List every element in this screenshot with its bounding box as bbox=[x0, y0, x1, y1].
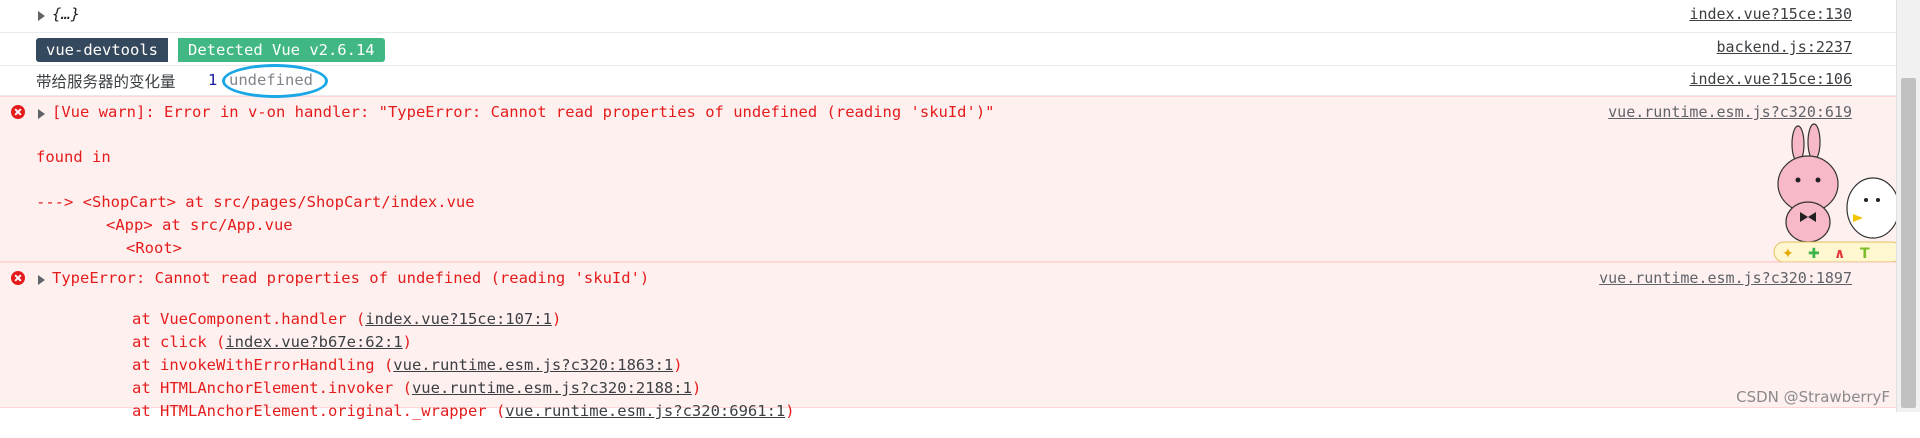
expand-triangle-icon[interactable] bbox=[38, 275, 45, 285]
watermark: CSDN @StrawberryF bbox=[1736, 388, 1890, 406]
change-count: 1 bbox=[208, 71, 218, 89]
source-link[interactable]: index.vue?15ce:130 bbox=[1689, 5, 1852, 23]
error-message[interactable]: TypeError: Cannot read properties of und… bbox=[52, 269, 649, 287]
vue-devtools-badge: vue-devtools bbox=[36, 38, 168, 62]
warn-message[interactable]: [Vue warn]: Error in v-on handler: "Type… bbox=[52, 103, 995, 121]
scrollbar-thumb[interactable] bbox=[1901, 78, 1916, 408]
highlight-circle bbox=[222, 64, 328, 98]
warn-component-shopcart: ---> <ShopCart> at src/pages/ShopCart/in… bbox=[36, 193, 475, 211]
warn-component-app: <App> at src/App.vue bbox=[106, 216, 293, 234]
source-link[interactable]: index.vue?15ce:106 bbox=[1689, 70, 1852, 88]
source-link[interactable]: vue.runtime.esm.js?c320:619 bbox=[1608, 103, 1852, 121]
error-icon bbox=[11, 105, 25, 119]
stack-link[interactable]: vue.runtime.esm.js?c320:6961:1 bbox=[505, 402, 785, 420]
expand-triangle-icon[interactable] bbox=[38, 11, 45, 21]
console-panel: {…} index.vue?15ce:130 vue-devtools Dete… bbox=[0, 0, 1903, 420]
console-row-devtools: vue-devtools Detected Vue v2.6.14 backen… bbox=[0, 33, 1896, 66]
change-label: 带给服务器的变化量 bbox=[36, 73, 176, 91]
console-row-type-error: TypeError: Cannot read properties of und… bbox=[0, 262, 1896, 420]
svg-text:T: T bbox=[1860, 246, 1870, 262]
console-row-vue-warn: [Vue warn]: Error in v-on handler: "Type… bbox=[0, 96, 1896, 262]
sticker-image: ✦ ✚ ∧ T bbox=[1773, 123, 1903, 262]
vertical-scrollbar[interactable] bbox=[1896, 0, 1920, 412]
svg-text:✚: ✚ bbox=[1808, 246, 1820, 262]
warn-component-root: <Root> bbox=[126, 239, 182, 257]
svg-text:∧: ∧ bbox=[1834, 246, 1845, 262]
object-preview[interactable]: {…} bbox=[52, 5, 80, 23]
stack-frame: at HTMLAnchorElement.original._wrapper (… bbox=[132, 402, 795, 420]
console-row-object: {…} index.vue?15ce:130 bbox=[0, 0, 1896, 33]
error-icon bbox=[11, 271, 25, 285]
svg-text:✦: ✦ bbox=[1782, 246, 1794, 262]
source-link[interactable]: backend.js:2237 bbox=[1717, 38, 1852, 56]
expand-triangle-icon[interactable] bbox=[38, 109, 45, 119]
source-link[interactable]: vue.runtime.esm.js?c320:1897 bbox=[1599, 269, 1852, 287]
detected-vue-badge: Detected Vue v2.6.14 bbox=[178, 38, 385, 62]
warn-found-in: found in bbox=[36, 148, 111, 166]
